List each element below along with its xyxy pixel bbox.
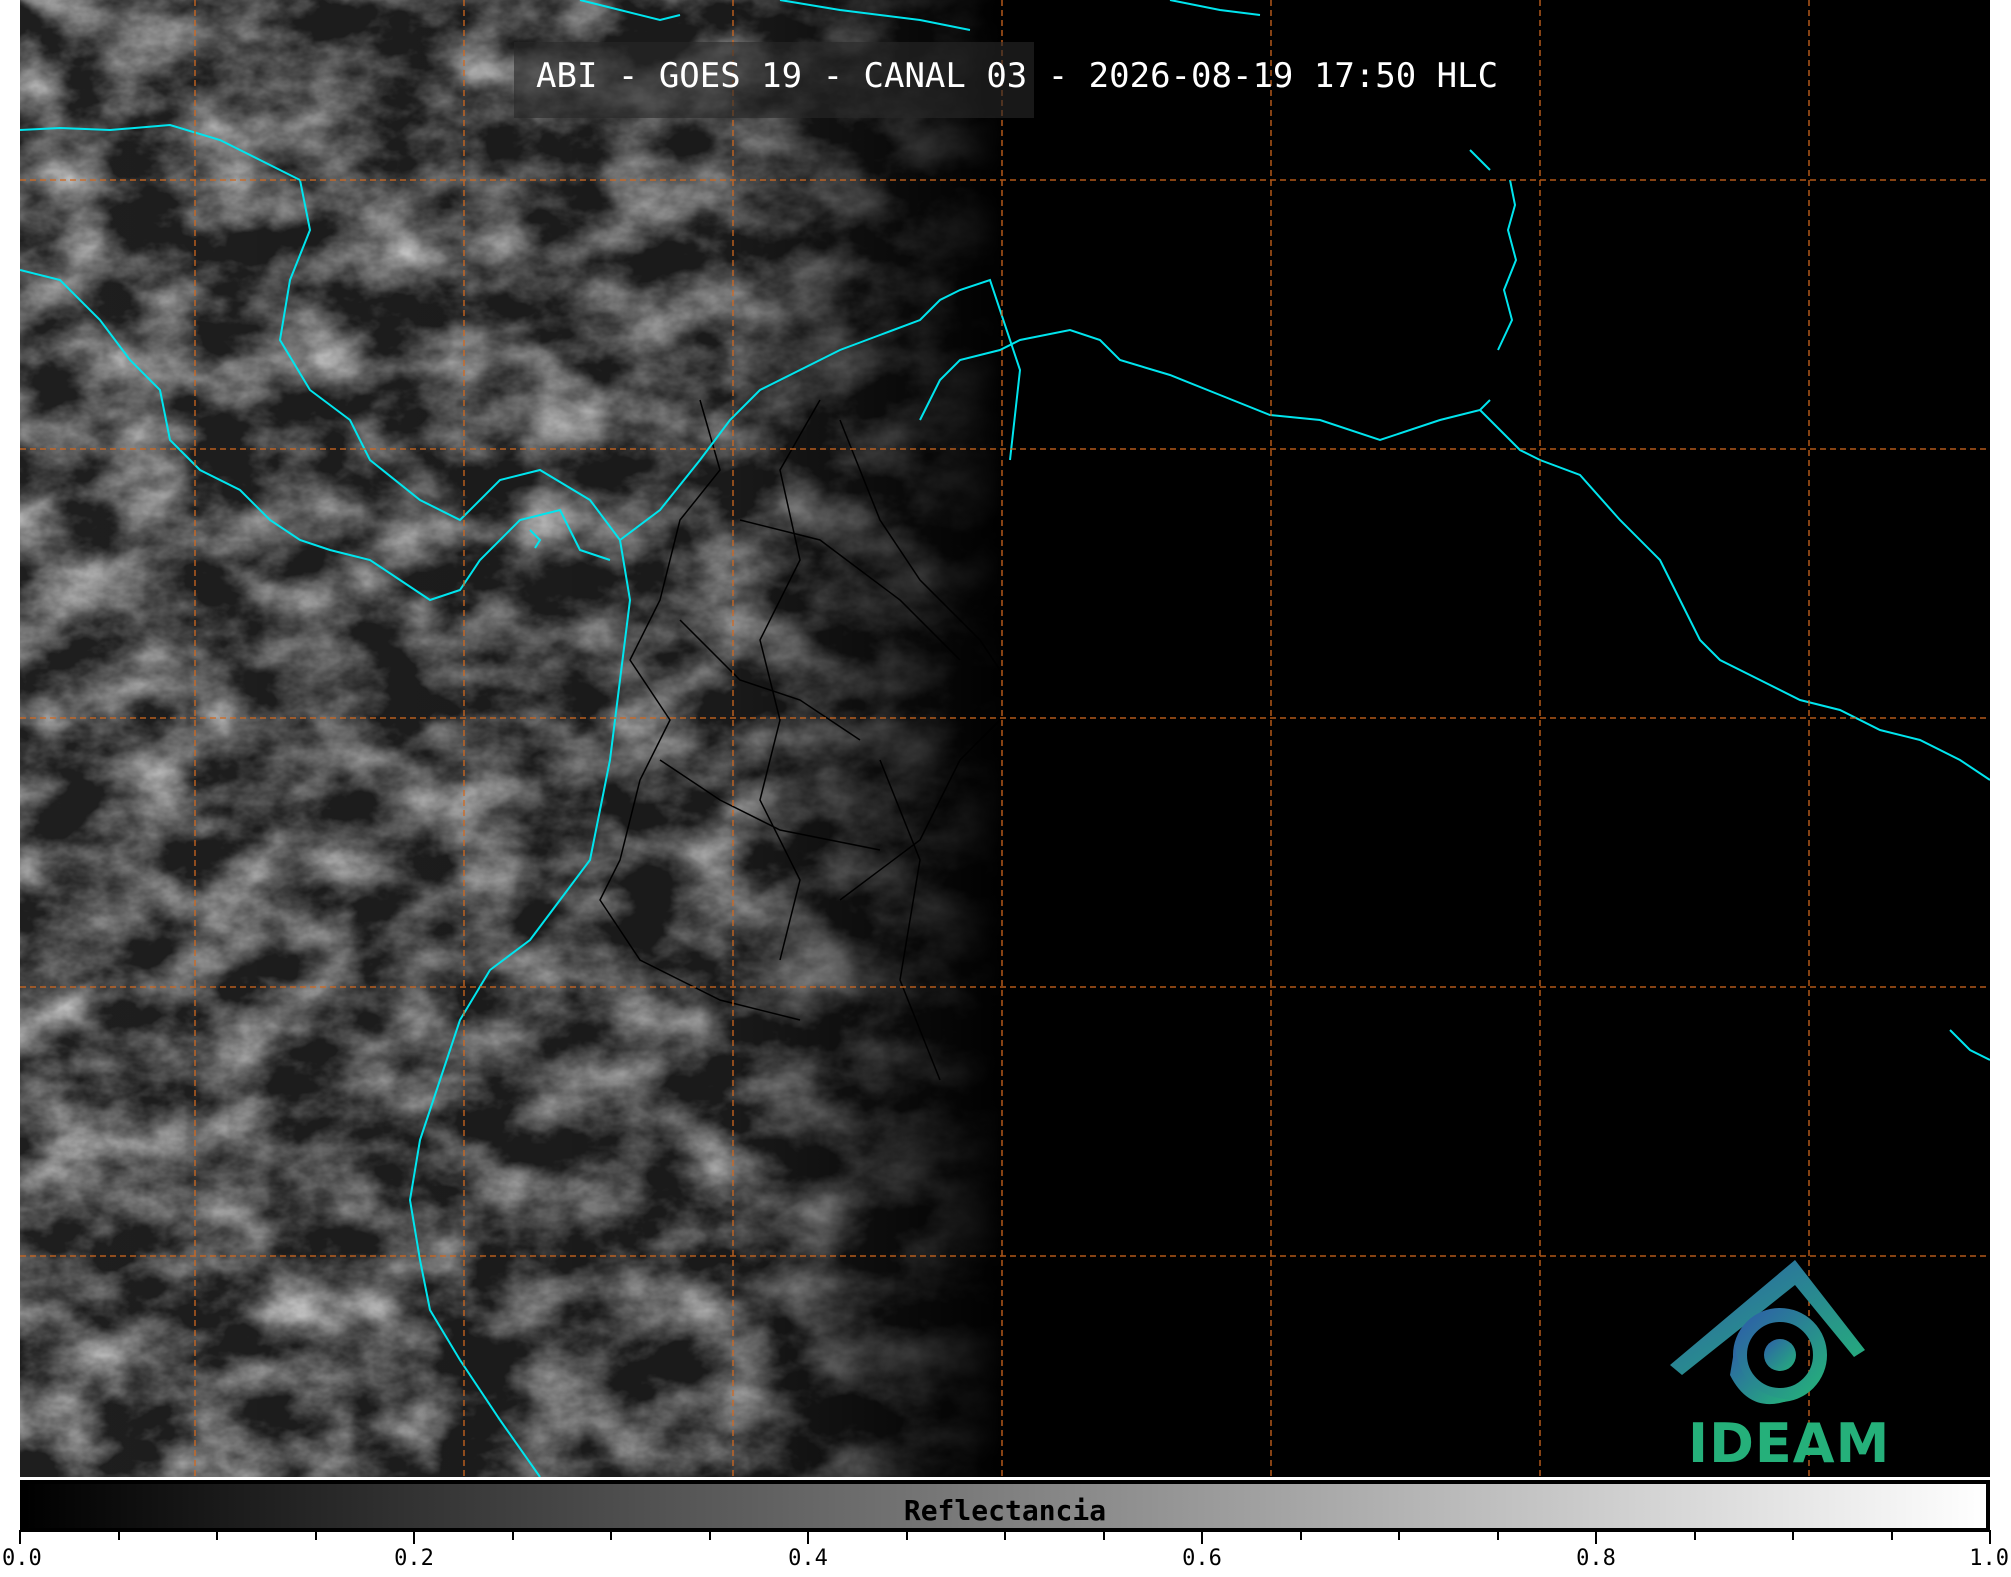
- colorbar-ticks: 0.0 0.2 0.4 0.6 0.8 1.0: [0, 1530, 2011, 1577]
- colorbar-minor-tick: [708, 1530, 711, 1540]
- colorbar-major-tick: [807, 1530, 809, 1544]
- colorbar-major-tick: [1989, 1530, 1991, 1544]
- colorbar-label: Reflectancia: [903, 1494, 1107, 1527]
- colorbar-tick-label: 0.0: [2, 1546, 42, 1571]
- colorbar-tick-label: 0.4: [788, 1546, 828, 1571]
- colorbar-major-tick: [1595, 1530, 1597, 1544]
- ideam-logo-text: IDEAM: [1688, 1412, 1891, 1475]
- colorbar-major-tick: [413, 1530, 415, 1544]
- colorbar-tick-label: 0.6: [1182, 1546, 1222, 1571]
- colorbar-minor-tick: [1890, 1530, 1893, 1540]
- colorbar-minor-tick: [1004, 1530, 1006, 1540]
- colorbar-tick-label: 0.8: [1576, 1546, 1616, 1571]
- colorbar-major-tick: [1201, 1530, 1203, 1544]
- colorbar-major-tick: [19, 1530, 21, 1544]
- colorbar-tick-label: 1.0: [1969, 1546, 2009, 1571]
- map-title: ABI - GOES 19 - CANAL 03 - 2026-08-19 17…: [536, 56, 1499, 96]
- colorbar-minor-tick: [314, 1530, 317, 1540]
- colorbar-minor-tick: [1693, 1530, 1696, 1540]
- colorbar: Reflectancia: [20, 1480, 1990, 1532]
- colorbar-minor-tick: [216, 1530, 218, 1540]
- colorbar-minor-tick: [117, 1530, 120, 1540]
- colorbar-minor-tick: [1102, 1530, 1105, 1540]
- colorbar-minor-tick: [1496, 1530, 1499, 1540]
- colorbar-minor-tick: [610, 1530, 612, 1540]
- colorbar-tick-label: 0.2: [394, 1546, 434, 1571]
- colorbar-minor-tick: [1398, 1530, 1400, 1540]
- colorbar-minor-tick: [1792, 1530, 1794, 1540]
- colorbar-minor-tick: [511, 1530, 514, 1540]
- colorbar-minor-tick: [1299, 1530, 1302, 1540]
- colorbar-minor-tick: [905, 1530, 908, 1540]
